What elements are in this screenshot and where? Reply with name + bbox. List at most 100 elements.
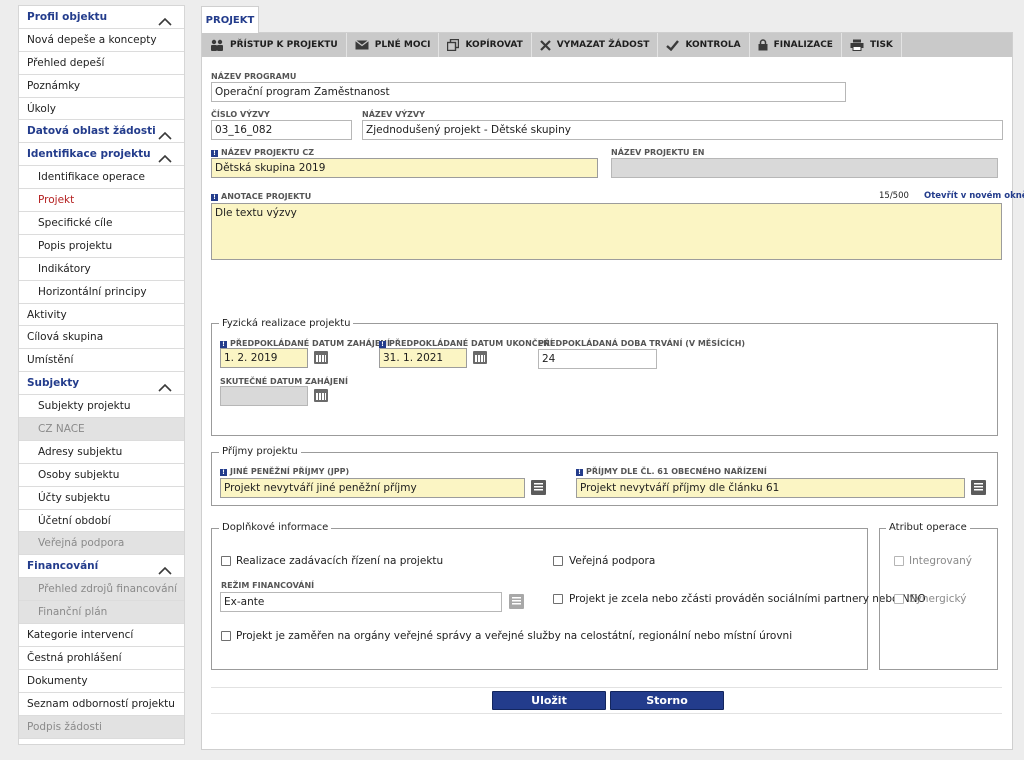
list-icon[interactable] xyxy=(971,480,986,495)
sidebar-item[interactable]: Kategorie intervencí xyxy=(19,624,184,647)
art61-select[interactable]: Projekt nevytváří příjmy dle článku 61 xyxy=(576,478,965,498)
access-button[interactable]: PŘÍSTUP K PROJEKTU xyxy=(202,33,347,57)
calendar-icon[interactable] xyxy=(314,351,328,364)
sidebar-item-label: CZ NACE xyxy=(38,423,85,436)
procurement-checkbox[interactable] xyxy=(221,556,231,566)
sidebar-item[interactable]: Veřejná podpora xyxy=(19,532,184,556)
print-label: TISK xyxy=(869,40,893,50)
sidebar-item-label: Popis projektu xyxy=(38,239,113,252)
procurement-label: Realizace zadávacích řízení na projektu xyxy=(236,555,444,567)
sidebar-item[interactable]: Úkoly xyxy=(19,98,184,121)
envelope-icon xyxy=(354,40,369,50)
sidebar-item-label: Financování xyxy=(27,560,99,573)
print-button[interactable]: TISK xyxy=(842,33,902,57)
sidebar-item[interactable]: Horizontální principy xyxy=(19,281,184,304)
public-support-checkbox[interactable] xyxy=(553,556,563,566)
sidebar-item[interactable]: Aktivity xyxy=(19,304,184,327)
sidebar-item[interactable]: Podpis žádosti xyxy=(19,715,184,739)
chevron-up-icon[interactable] xyxy=(158,561,172,575)
public-admin-checkbox[interactable] xyxy=(221,631,231,641)
jpp-select[interactable]: Projekt nevytváří jiné peněžní příjmy xyxy=(220,478,525,498)
sidebar-nav: Profil objektu Nová depeše a koncepty Přeh… xyxy=(18,5,185,745)
operation-attribute-legend: Atribut operace xyxy=(886,522,970,533)
sidebar-item[interactable]: Dokumenty xyxy=(19,670,184,693)
actual-start-input[interactable] xyxy=(220,386,308,406)
sidebar-item-label: Účetní období xyxy=(38,514,111,527)
sidebar-item[interactable]: Projekt xyxy=(19,189,184,213)
cancel-button[interactable]: Storno xyxy=(610,691,724,710)
sidebar-item[interactable]: Financování xyxy=(19,555,184,579)
call-number-field[interactable]: 03_16_082 xyxy=(211,120,352,140)
chevron-up-icon[interactable] xyxy=(158,378,172,392)
sidebar-item-label: Veřejná podpora xyxy=(38,537,125,550)
check-label: KONTROLA xyxy=(685,40,741,50)
sidebar-item[interactable]: Finanční plán xyxy=(19,601,184,625)
sidebar-item[interactable]: Seznam odborností projektu xyxy=(19,693,184,716)
sidebar-item[interactable]: Indikátory xyxy=(19,258,184,281)
sidebar-item[interactable]: Osoby subjektu xyxy=(19,464,184,487)
sidebar-item-label: Přehled depeší xyxy=(27,56,105,69)
sidebar-item[interactable]: Účetní období xyxy=(19,510,184,533)
sidebar-item-label: Podpis žádosti xyxy=(27,720,102,733)
financing-mode-select[interactable]: Ex-ante xyxy=(220,592,502,612)
sidebar-item-label: Přehled zdrojů financování xyxy=(38,583,178,596)
sidebar-item[interactable]: Přehled depeší xyxy=(19,52,184,75)
sidebar-item-label: Finanční plán xyxy=(38,606,108,619)
sidebar-item[interactable]: Účty subjektu xyxy=(19,487,184,510)
close-icon xyxy=(539,39,551,51)
sidebar-item[interactable]: Adresy subjektu xyxy=(19,441,184,464)
sidebar-item-label: Datová oblast žádosti xyxy=(27,125,156,138)
list-icon[interactable] xyxy=(531,480,546,495)
delete-application-button[interactable]: VYMAZAT ŽÁDOST xyxy=(532,33,659,57)
sidebar-item-label: Účty subjektu xyxy=(38,491,111,504)
start-date-label: PŘEDPOKLÁDANÉ DATUM ZAHÁJENÍ xyxy=(220,339,390,348)
copy-button[interactable]: KOPÍROVAT xyxy=(439,33,532,57)
list-icon[interactable] xyxy=(509,594,524,609)
sidebar-item[interactable]: Umístění xyxy=(19,349,184,373)
synergic-checkbox[interactable] xyxy=(894,594,904,604)
sidebar-item[interactable]: Subjekty projektu xyxy=(19,395,184,419)
sidebar-item[interactable]: CZ NACE xyxy=(19,418,184,441)
calendar-icon[interactable] xyxy=(473,351,487,364)
project-name-en-input[interactable] xyxy=(611,158,998,178)
chevron-up-icon[interactable] xyxy=(158,12,172,26)
duration-label: PŘEDPOKLÁDANÁ DOBA TRVÁNÍ (V MĚSÍCÍCH) xyxy=(538,339,746,348)
sidebar-item[interactable]: Popis projektu xyxy=(19,235,184,258)
chevron-up-icon[interactable] xyxy=(158,149,172,163)
sidebar-item[interactable]: Specifické cíle xyxy=(19,212,184,235)
chevron-up-icon[interactable] xyxy=(158,126,172,141)
annotation-textarea[interactable]: Dle textu výzvy xyxy=(211,203,1002,260)
integrated-checkbox[interactable] xyxy=(894,556,904,566)
finalize-button[interactable]: FINALIZACE xyxy=(750,33,842,57)
sidebar-item[interactable]: Nová depeše a koncepty xyxy=(19,29,184,52)
call-name-field[interactable]: Zjednodušený projekt - Dětské skupiny xyxy=(362,120,1003,140)
jpp-label: JINÉ PENĚŽNÍ PŘÍJMY (JPP) xyxy=(220,467,349,476)
project-income-legend: Příjmy projektu xyxy=(219,446,301,457)
project-name-en-label: NÁZEV PROJEKTU EN xyxy=(611,148,705,157)
save-button[interactable]: Uložit xyxy=(492,691,606,710)
sidebar-item-label: Seznam odborností projektu xyxy=(27,697,175,710)
check-button[interactable]: KONTROLA xyxy=(658,33,750,57)
tab-projekt[interactable]: PROJEKT xyxy=(201,6,259,33)
sidebar-item[interactable]: Čestná prohlášení xyxy=(19,647,184,670)
calendar-icon[interactable] xyxy=(314,389,328,402)
duration-input[interactable]: 24 xyxy=(538,349,657,369)
end-date-input[interactable]: 31. 1. 2021 xyxy=(379,348,467,368)
sidebar-item[interactable]: Profil objektu xyxy=(19,6,184,29)
sidebar-item[interactable]: Identifikace operace xyxy=(19,166,184,190)
program-field[interactable]: Operační program Zaměstnanost xyxy=(211,82,846,102)
sidebar-item[interactable]: Subjekty xyxy=(19,372,184,396)
sidebar-item[interactable]: Přehled zdrojů financování xyxy=(19,578,184,602)
sidebar-item[interactable]: Datová oblast žádosti xyxy=(19,120,184,144)
sidebar-item-label: Nová depeše a koncepty xyxy=(27,33,157,46)
power-of-attorney-button[interactable]: PLNÉ MOCI xyxy=(347,33,440,57)
sidebar-item[interactable]: Poznámky xyxy=(19,75,184,98)
start-date-input[interactable]: 1. 2. 2019 xyxy=(220,348,308,368)
sidebar-item[interactable]: Identifikace projektu xyxy=(19,143,184,167)
social-partners-checkbox[interactable] xyxy=(553,594,563,604)
project-name-cz-label: NÁZEV PROJEKTU CZ xyxy=(211,148,314,157)
copy-icon xyxy=(447,39,460,51)
sidebar-item[interactable]: Cílová skupina xyxy=(19,326,184,350)
project-name-cz-input[interactable]: Dětská skupina 2019 xyxy=(211,158,598,178)
open-new-window-link[interactable]: Otevřít v novém okně xyxy=(924,191,1024,201)
